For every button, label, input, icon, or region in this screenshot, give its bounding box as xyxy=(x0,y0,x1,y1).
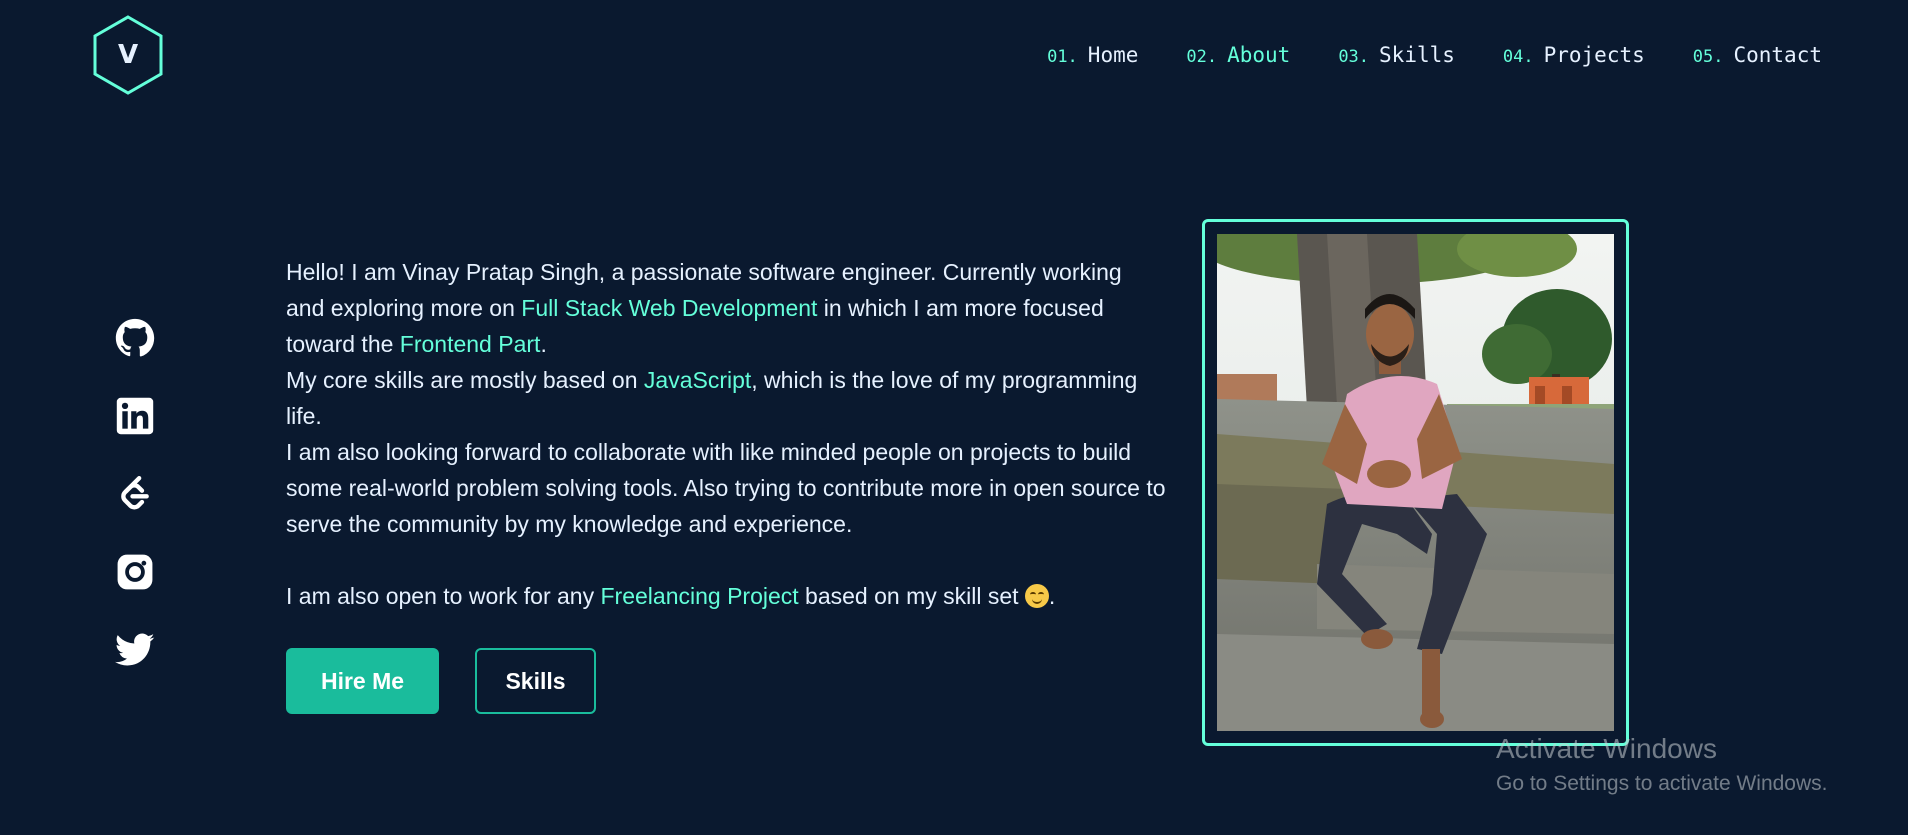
logo-letter: V xyxy=(117,40,139,70)
logo[interactable]: V xyxy=(92,14,164,96)
nav-number: 05. xyxy=(1692,47,1724,67)
windows-activation-watermark: Activate Windows Go to Settings to activ… xyxy=(1496,731,1828,799)
nav-label: Home xyxy=(1087,43,1139,67)
collaborate-paragraph: I am also looking forward to collaborate… xyxy=(286,439,1166,537)
nav-number: 02. xyxy=(1186,47,1218,67)
watermark-title: Activate Windows xyxy=(1496,733,1717,764)
twitter-link[interactable] xyxy=(114,630,156,670)
text-segment: based on my skill set xyxy=(798,583,1025,609)
skills-button[interactable]: Skills xyxy=(475,648,596,714)
github-icon xyxy=(115,318,155,357)
text-segment: I am also open to work for any xyxy=(286,583,601,609)
nav-number: 01. xyxy=(1047,47,1078,67)
instagram-icon xyxy=(117,554,153,590)
nav-label: Skills xyxy=(1379,43,1455,67)
linkedin-link[interactable] xyxy=(114,396,156,436)
hire-me-button[interactable]: Hire Me xyxy=(286,648,439,714)
main-nav: 01. Home 02. About 03. Skills 04. Projec… xyxy=(1047,41,1822,71)
freelance-paragraph: I am also open to work for any Freelanci… xyxy=(286,578,1166,614)
nav-label: About xyxy=(1227,43,1291,67)
nav-number: 04. xyxy=(1502,47,1534,67)
text-segment: My core skills are mostly based on xyxy=(286,367,644,393)
social-links xyxy=(114,318,156,670)
leetcode-link[interactable] xyxy=(114,474,156,514)
nav-item-about[interactable]: 02. About xyxy=(1186,41,1290,71)
text-segment: . xyxy=(540,331,547,357)
smile-emoji-icon xyxy=(1024,584,1049,608)
nav-item-home[interactable]: 01. Home xyxy=(1047,41,1138,71)
text-segment: . xyxy=(1048,583,1056,609)
linkedin-icon xyxy=(116,397,154,435)
intro-paragraph: Hello! I am Vinay Pratap Singh, a passio… xyxy=(286,254,1166,362)
leetcode-icon xyxy=(121,476,149,510)
about-text: Hello! I am Vinay Pratap Singh, a passio… xyxy=(286,254,1166,614)
profile-photo xyxy=(1217,234,1614,731)
highlight-javascript: JavaScript xyxy=(643,367,752,393)
nav-item-contact[interactable]: 05. Contact xyxy=(1693,41,1822,71)
highlight-frontend: Frontend Part xyxy=(399,331,541,357)
skills-paragraph: My core skills are mostly based on JavaS… xyxy=(286,362,1166,434)
nav-number: 03. xyxy=(1338,47,1370,67)
twitter-icon xyxy=(115,633,155,666)
nav-item-skills[interactable]: 03. Skills xyxy=(1338,41,1455,71)
highlight-full-stack: Full Stack Web Development xyxy=(521,295,818,321)
github-link[interactable] xyxy=(114,318,156,358)
watermark-subtitle: Go to Settings to activate Windows. xyxy=(1496,772,1828,795)
nav-item-projects[interactable]: 04. Projects xyxy=(1503,41,1645,71)
profile-photo-illustration xyxy=(1217,234,1614,731)
nav-label: Contact xyxy=(1733,43,1822,67)
highlight-freelancing: Freelancing Project xyxy=(600,583,799,609)
profile-photo-frame xyxy=(1202,219,1629,746)
nav-label: Projects xyxy=(1543,43,1645,67)
instagram-link[interactable] xyxy=(114,552,156,592)
